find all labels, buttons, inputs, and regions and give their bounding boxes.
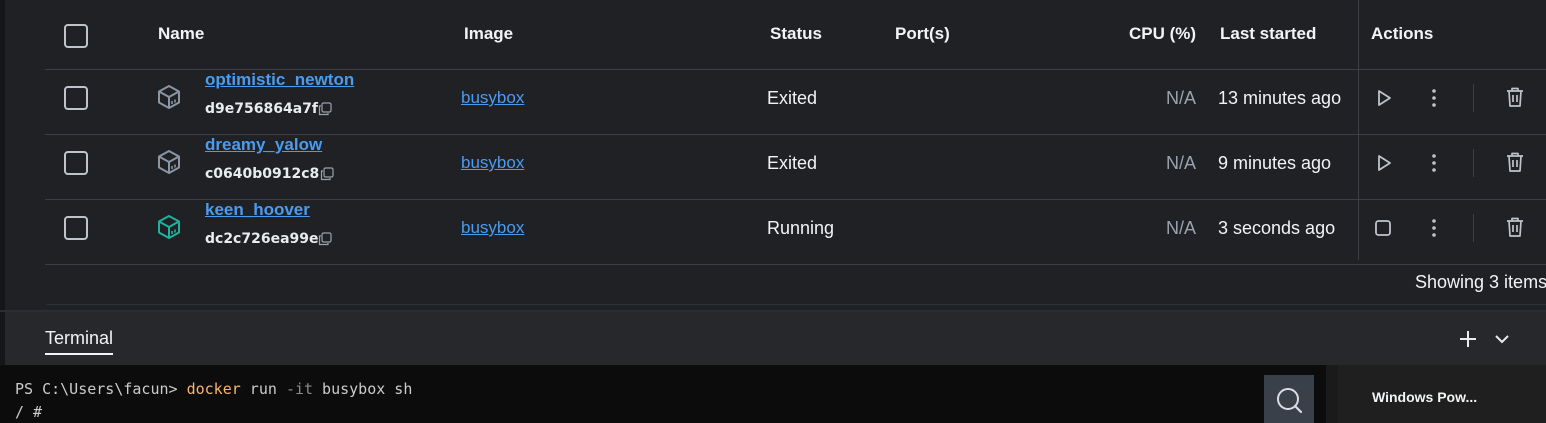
terminal-command: docker (186, 380, 241, 398)
container-id: c0640b0912c8 (205, 166, 320, 182)
container-icon (158, 85, 180, 109)
status-text: Exited (767, 88, 818, 108)
terminal-scrollbar[interactable] (1326, 365, 1338, 423)
copy-icon[interactable] (318, 102, 332, 116)
header-name[interactable]: Name (158, 24, 204, 44)
last-started-value: 9 minutes ago (1218, 153, 1332, 173)
delete-icon[interactable] (1503, 215, 1527, 239)
container-id: d9e756864a7f (205, 101, 318, 117)
cpu-value: N/A (1165, 153, 1196, 173)
header-actions: Actions (1371, 24, 1434, 43)
last-started-value: 3 seconds ago (1218, 218, 1336, 238)
copy-icon[interactable] (318, 232, 332, 246)
more-options-icon[interactable] (1422, 216, 1446, 240)
terminal-args: run (240, 380, 286, 398)
container-name-link[interactable]: dreamy_yalow (205, 135, 322, 155)
status-text: Running (767, 218, 835, 238)
delete-icon[interactable] (1503, 150, 1527, 174)
last-started-value: 13 minutes ago (1218, 88, 1342, 108)
image-link[interactable]: busybox (461, 218, 524, 238)
action-separator (1473, 214, 1474, 242)
start-icon[interactable] (1371, 86, 1395, 110)
table-header: Name Image Status Port(s) CPU (%) Last s… (5, 0, 1546, 70)
header-image[interactable]: Image (464, 24, 513, 44)
copy-icon[interactable] (320, 167, 334, 181)
row-checkbox[interactable] (64, 86, 88, 110)
cpu-value: N/A (1165, 218, 1196, 238)
stop-icon[interactable] (1371, 216, 1395, 240)
image-link[interactable]: busybox (461, 153, 524, 173)
terminal-command-line: PS C:\Users\facun> docker run -it busybo… (15, 380, 412, 398)
search-icon (1277, 388, 1303, 414)
terminal-header: Terminal (5, 312, 1546, 365)
terminal-session-windows-powershell[interactable]: Windows Pow... (1372, 389, 1477, 405)
tab-terminal[interactable]: Terminal (45, 328, 114, 355)
footer-divider (47, 304, 1546, 305)
delete-icon[interactable] (1503, 85, 1527, 109)
header-cpu[interactable]: CPU (%) (1129, 24, 1196, 44)
showing-items-count: Showing 3 items (1415, 272, 1546, 292)
docker-desktop-containers-view: Name Image Status Port(s) CPU (%) Last s… (0, 0, 1546, 423)
start-icon[interactable] (1371, 151, 1395, 175)
container-name-link[interactable]: optimistic_newton (205, 70, 354, 90)
terminal-args-rest: busybox sh (313, 380, 413, 398)
row-checkbox[interactable] (64, 216, 88, 240)
container-name-link[interactable]: keen_hoover (205, 200, 310, 220)
row-checkbox[interactable] (64, 151, 88, 175)
cpu-value: N/A (1165, 88, 1196, 108)
container-id: dc2c726ea99e (205, 231, 319, 247)
header-ports[interactable]: Port(s) (895, 24, 950, 44)
chevron-down-icon[interactable] (1491, 328, 1513, 350)
container-running-icon (158, 215, 180, 239)
terminal-prompt: PS C:\Users\facun> (15, 380, 187, 398)
terminal-session-list: Windows Pow... (1338, 365, 1546, 423)
terminal-search-button[interactable] (1264, 375, 1314, 423)
table-row[interactable]: optimistic_newton d9e756864a7f busybox E… (5, 70, 1546, 135)
status-text: Exited (767, 153, 818, 173)
more-options-icon[interactable] (1422, 86, 1446, 110)
more-options-icon[interactable] (1422, 151, 1446, 175)
containers-table: Name Image Status Port(s) CPU (%) Last s… (5, 0, 1546, 310)
terminal-flag: -it (285, 380, 314, 398)
container-icon (158, 150, 180, 174)
header-last-started[interactable]: Last started (1220, 24, 1316, 44)
select-all-checkbox[interactable] (64, 24, 88, 48)
table-row[interactable]: keen_hoover dc2c726ea99e busybox Running… (5, 200, 1546, 265)
image-link[interactable]: busybox (461, 88, 524, 108)
table-row[interactable]: dreamy_yalow c0640b0912c8 busybox Exited… (5, 135, 1546, 200)
header-status[interactable]: Status (770, 24, 822, 44)
row-divider (45, 264, 1546, 265)
action-separator (1473, 149, 1474, 177)
new-terminal-plus-icon[interactable] (1455, 326, 1481, 352)
terminal-shell-prompt: / # (15, 403, 43, 421)
terminal-output[interactable]: PS C:\Users\facun> docker run -it busybo… (0, 365, 1326, 423)
action-separator (1473, 84, 1474, 112)
